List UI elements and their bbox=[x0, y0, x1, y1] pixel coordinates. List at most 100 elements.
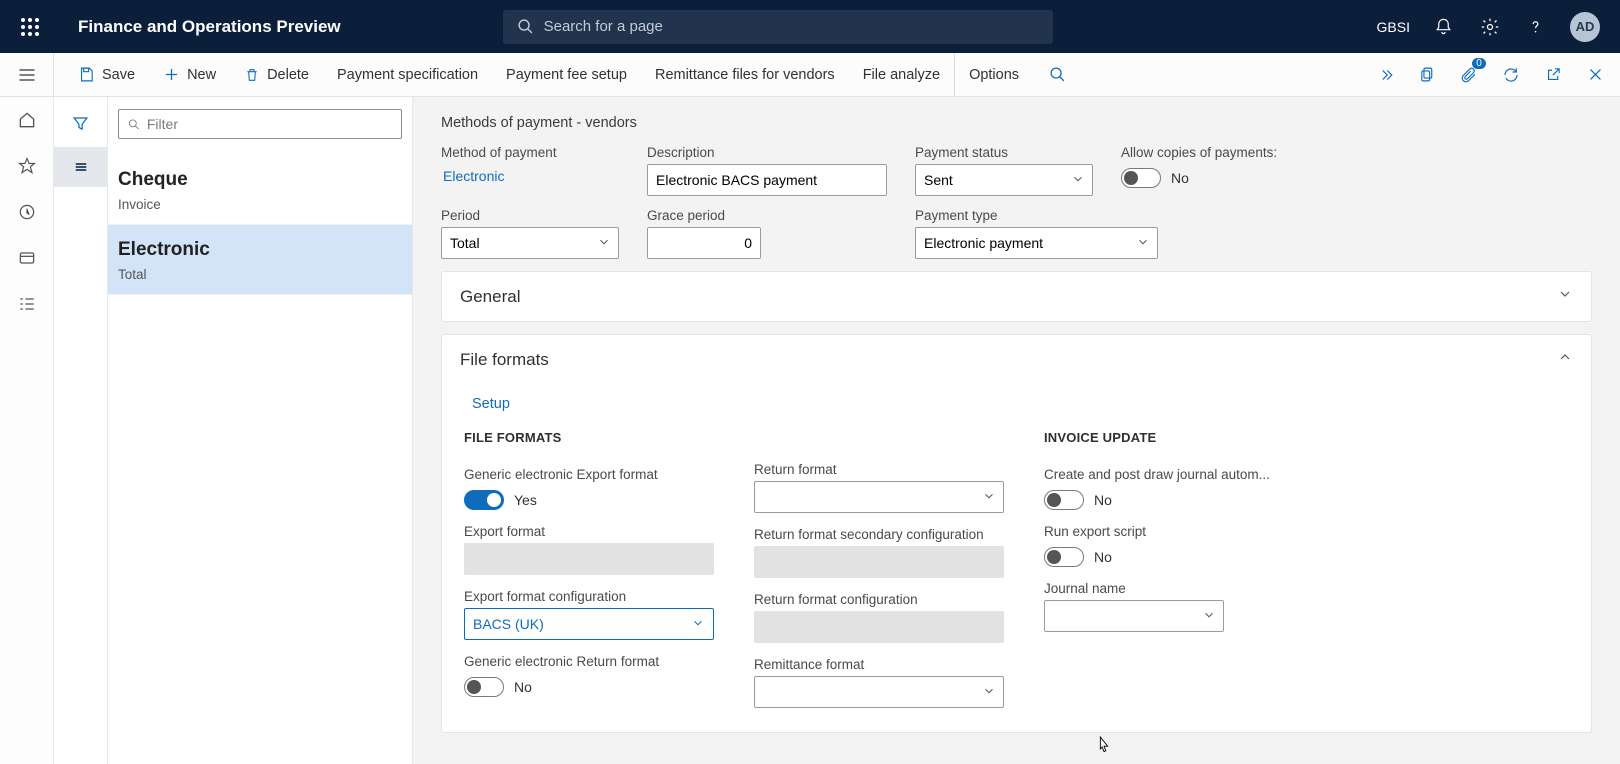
payment-type-select[interactable] bbox=[915, 227, 1158, 259]
list-item-title: Cheque bbox=[118, 169, 402, 191]
chevron-up-icon bbox=[1557, 349, 1573, 370]
help-icon[interactable] bbox=[1524, 15, 1548, 39]
copy-icon[interactable] bbox=[1414, 62, 1440, 88]
save-button[interactable]: Save bbox=[64, 53, 149, 96]
file-formats-subheader: FILE FORMATS bbox=[464, 430, 714, 445]
allow-copies-value: No bbox=[1171, 170, 1189, 186]
page-title: Methods of payment - vendors bbox=[441, 115, 1592, 131]
remittance-format-label: Remittance format bbox=[754, 657, 1004, 672]
return-cfg-label: Return format configuration bbox=[754, 592, 1004, 607]
funnel-icon[interactable] bbox=[54, 103, 107, 143]
home-icon[interactable] bbox=[16, 109, 38, 131]
create-post-toggle[interactable] bbox=[1044, 490, 1084, 510]
payment-fee-setup[interactable]: Payment fee setup bbox=[492, 53, 641, 96]
list-item-cheque[interactable]: Cheque Invoice bbox=[108, 155, 412, 225]
list-filter[interactable] bbox=[118, 109, 402, 139]
grace-period-input[interactable] bbox=[647, 227, 761, 259]
avatar[interactable]: AD bbox=[1570, 12, 1600, 42]
method-of-payment-label: Method of payment bbox=[441, 145, 619, 160]
popout-icon[interactable] bbox=[1540, 62, 1566, 88]
run-export-label: Run export script bbox=[1044, 524, 1294, 539]
action-bar: Save New Delete Payment specification Pa… bbox=[0, 53, 1620, 97]
delete-label: Delete bbox=[267, 67, 309, 83]
list-filter-input[interactable] bbox=[147, 116, 393, 132]
list-item-electronic[interactable]: Electronic Total bbox=[108, 225, 412, 295]
recent-icon[interactable] bbox=[16, 201, 38, 223]
topbar: Finance and Operations Preview GBSI AD bbox=[0, 0, 1620, 53]
star-icon[interactable] bbox=[16, 155, 38, 177]
attachment-icon[interactable]: 0 bbox=[1456, 62, 1482, 88]
export-format-cfg-select[interactable]: BACS (UK) bbox=[464, 608, 714, 640]
period-select[interactable] bbox=[441, 227, 619, 259]
list-item-sub: Invoice bbox=[118, 197, 402, 212]
method-of-payment-value[interactable]: Electronic bbox=[441, 164, 619, 186]
return-secondary-cfg-input bbox=[754, 546, 1004, 578]
return-secondary-cfg-label: Return format secondary configuration bbox=[754, 527, 1004, 542]
payment-status-select[interactable] bbox=[915, 164, 1093, 196]
create-post-label: Create and post draw journal autom... bbox=[1044, 467, 1294, 482]
general-section: General bbox=[441, 271, 1592, 322]
detail-pane: Methods of payment - vendors Method of p… bbox=[413, 97, 1620, 764]
create-post-value: No bbox=[1094, 492, 1112, 508]
generic-return-value: No bbox=[514, 679, 532, 695]
attachment-badge: 0 bbox=[1472, 58, 1486, 69]
invoice-update-subheader: INVOICE UPDATE bbox=[1044, 430, 1294, 445]
remittance-format-select[interactable] bbox=[754, 676, 1004, 708]
generic-return-toggle[interactable] bbox=[464, 677, 504, 697]
journal-name-label: Journal name bbox=[1044, 581, 1294, 596]
trash-icon bbox=[244, 67, 260, 83]
generic-export-label: Generic electronic Export format bbox=[464, 467, 714, 482]
period-label: Period bbox=[441, 208, 619, 223]
refresh-icon[interactable] bbox=[1498, 62, 1524, 88]
file-formats-section: File formats Setup FILE FORMATS Generic … bbox=[441, 334, 1592, 733]
modules-icon[interactable] bbox=[16, 293, 38, 315]
gear-icon[interactable] bbox=[1478, 15, 1502, 39]
global-search-input[interactable] bbox=[544, 18, 1039, 35]
allow-copies-toggle[interactable] bbox=[1121, 168, 1161, 188]
return-format-label: Return format bbox=[754, 462, 1004, 477]
allow-copies-label: Allow copies of payments: bbox=[1121, 145, 1321, 160]
chevron-down-icon bbox=[691, 616, 705, 633]
bell-icon[interactable] bbox=[1432, 15, 1456, 39]
setup-link[interactable]: Setup bbox=[472, 396, 510, 412]
left-rail bbox=[0, 97, 54, 764]
new-label: New bbox=[187, 67, 216, 83]
new-button[interactable]: New bbox=[149, 53, 230, 96]
general-header[interactable]: General bbox=[442, 272, 1591, 321]
payment-type-label: Payment type bbox=[915, 208, 1158, 223]
export-format-cfg-label: Export format configuration bbox=[464, 589, 714, 604]
search-icon bbox=[517, 18, 534, 35]
list-pane: Cheque Invoice Electronic Total bbox=[108, 97, 413, 764]
export-format-label: Export format bbox=[464, 524, 714, 539]
file-formats-header[interactable]: File formats bbox=[442, 335, 1591, 384]
generic-return-label: Generic electronic Return format bbox=[464, 654, 714, 669]
action-search-icon[interactable] bbox=[1033, 53, 1082, 96]
save-icon bbox=[78, 66, 95, 83]
payment-status-label: Payment status bbox=[915, 145, 1093, 160]
file-analyze[interactable]: File analyze bbox=[849, 53, 954, 96]
remittance-files[interactable]: Remittance files for vendors bbox=[641, 53, 849, 96]
global-search[interactable] bbox=[503, 10, 1053, 44]
delete-button[interactable]: Delete bbox=[230, 53, 323, 96]
journal-name-select[interactable] bbox=[1044, 600, 1224, 632]
grace-period-label: Grace period bbox=[647, 208, 761, 223]
options-button[interactable]: Options bbox=[954, 53, 1033, 96]
list-toggle-icon[interactable] bbox=[54, 147, 107, 187]
save-label: Save bbox=[102, 67, 135, 83]
link-icon[interactable] bbox=[1372, 62, 1398, 88]
generic-export-toggle[interactable] bbox=[464, 490, 504, 510]
run-export-toggle[interactable] bbox=[1044, 547, 1084, 567]
app-title: Finance and Operations Preview bbox=[78, 17, 341, 37]
workspace-icon[interactable] bbox=[16, 247, 38, 269]
hamburger-icon[interactable] bbox=[0, 53, 54, 97]
export-format-input bbox=[464, 543, 714, 575]
return-format-select[interactable] bbox=[754, 481, 1004, 513]
close-icon[interactable] bbox=[1582, 62, 1608, 88]
description-input[interactable] bbox=[647, 164, 887, 196]
filter-column bbox=[54, 97, 108, 764]
app-launcher-icon[interactable] bbox=[10, 7, 50, 47]
company-code[interactable]: GBSI bbox=[1377, 19, 1410, 35]
list-item-sub: Total bbox=[118, 267, 402, 282]
payment-specification[interactable]: Payment specification bbox=[323, 53, 492, 96]
plus-icon bbox=[163, 66, 180, 83]
